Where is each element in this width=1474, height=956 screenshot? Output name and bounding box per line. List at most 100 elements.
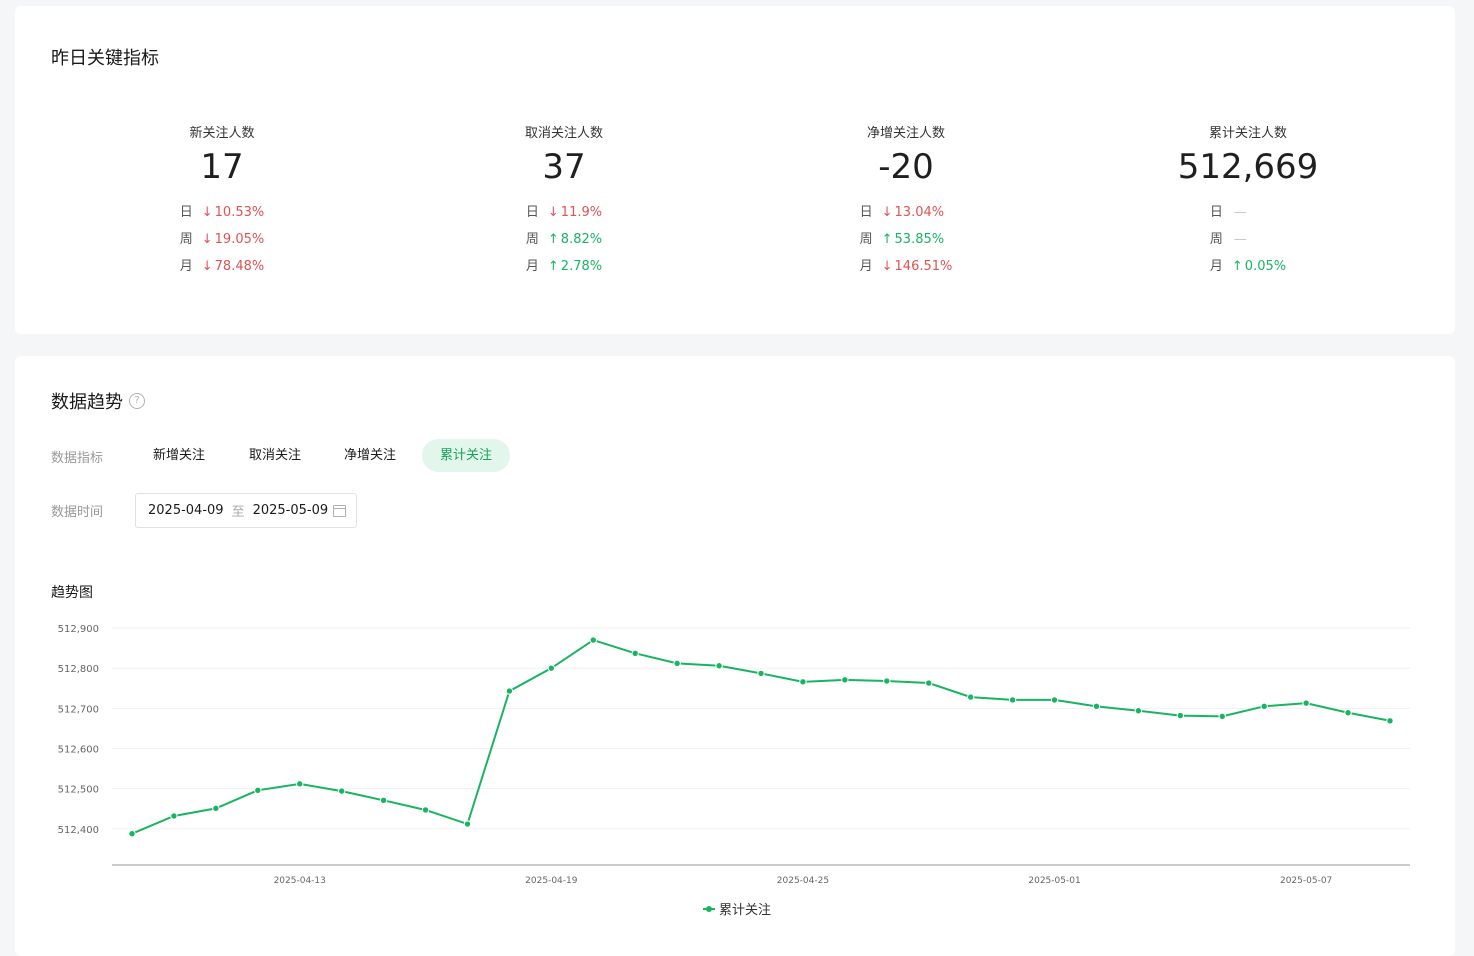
change-period: 周 (859, 232, 873, 247)
change-value: 11.9% (560, 205, 603, 220)
question-circle-icon[interactable]: ? (129, 393, 145, 409)
data-point (925, 679, 933, 687)
change-value: 13.04% (894, 205, 945, 220)
change-period: 周 (525, 232, 539, 247)
series-line (131, 638, 1391, 835)
data-point (1176, 711, 1185, 720)
data-point (1050, 696, 1059, 704)
change-row: 日 ↓ 10.53% (180, 203, 264, 230)
data-point (1092, 702, 1101, 711)
tab-cumulative-follow[interactable]: 累计关注 (422, 439, 511, 472)
change-value: — (1233, 232, 1247, 247)
change-row: 日 — (1210, 203, 1286, 230)
change-row: 周 ↑ 53.85% (860, 230, 953, 257)
y-tick-label: 512,900 (58, 624, 99, 635)
date-start[interactable]: 2025-04-09 (148, 503, 224, 518)
change-row: 日 ↓ 13.04% (860, 203, 953, 230)
change-period: 日 (1209, 205, 1223, 220)
change-period: 月 (859, 259, 873, 274)
key-metrics-card: 昨日关键指标 新关注人数 17 日 ↓ 10.53% 周 ↓ 19.05% 月 ↓ 78.48% 取消… (15, 6, 1455, 334)
data-point (715, 662, 723, 670)
arrow-down-icon: ↓ (201, 259, 213, 274)
data-point (799, 678, 807, 686)
metric-value: 37 (542, 147, 586, 187)
date-range-picker[interactable]: 2025-04-09 至 2025-05-09 (135, 493, 357, 528)
change-period: 月 (179, 259, 193, 274)
arrow-up-icon: ↑ (881, 232, 893, 247)
tab-new-follow[interactable]: 新增关注 (135, 439, 223, 472)
data-point (1386, 717, 1394, 725)
change-row: 周 ↓ 19.05% (180, 230, 264, 257)
metric-value: -20 (878, 147, 934, 187)
change-row: 周 — (1210, 230, 1286, 257)
calendar-icon[interactable] (333, 505, 346, 517)
change-period: 日 (179, 205, 193, 220)
change-value: 53.85% (894, 232, 945, 247)
y-tick-label: 512,700 (58, 704, 99, 715)
data-point (170, 812, 178, 820)
change-row: 月 ↓ 78.48% (180, 257, 264, 284)
arrow-down-icon: ↓ (881, 259, 893, 274)
data-point (883, 677, 891, 685)
change-value: — (1233, 205, 1247, 220)
x-tick-label: 2025-05-07 (1280, 876, 1332, 886)
change-row: 月 ↑ 0.05% (1210, 257, 1286, 284)
x-tick-label: 2025-04-19 (525, 876, 578, 886)
data-point (1134, 707, 1143, 715)
date-end[interactable]: 2025-05-09 (253, 503, 329, 518)
data-point (673, 659, 681, 668)
data-point (212, 804, 220, 813)
data-point (421, 806, 430, 814)
x-tick-label: 2025-05-01 (1028, 876, 1080, 886)
data-point (1344, 709, 1352, 717)
legend-marker (706, 906, 712, 912)
metric-value: 17 (200, 147, 244, 187)
tab-net-follow[interactable]: 净增关注 (326, 439, 414, 472)
x-tick-label: 2025-04-13 (274, 876, 326, 886)
trend-section-title-row: 数据趋势 ? (51, 388, 145, 414)
change-value: 78.48% (214, 259, 265, 274)
metric-changes: 日 ↓ 10.53% 周 ↓ 19.05% 月 ↓ 78.48% (180, 203, 264, 284)
change-row: 日 ↓ 11.9% (526, 203, 602, 230)
change-value: 0.05% (1244, 259, 1287, 274)
data-point (254, 786, 262, 794)
date-separator: 至 (231, 505, 245, 520)
metric-changes: 日 ↓ 13.04% 周 ↑ 53.85% 月 ↓ 146.51% (860, 203, 953, 284)
data-point (1302, 699, 1310, 707)
y-tick-label: 512,600 (58, 745, 99, 756)
change-value: 19.05% (214, 232, 265, 247)
data-point (631, 649, 639, 658)
arrow-down-icon: ↓ (201, 205, 213, 220)
change-row: 周 ↑ 8.82% (526, 230, 602, 257)
change-period: 周 (1209, 232, 1223, 247)
change-period: 周 (179, 232, 193, 247)
data-point (379, 796, 388, 805)
metric-column: 新关注人数 17 日 ↓ 10.53% 周 ↓ 19.05% 月 ↓ 78.48% (72, 122, 372, 284)
change-period: 日 (859, 205, 873, 220)
data-point (1260, 702, 1268, 711)
y-tick-label: 512,400 (58, 825, 99, 836)
trend-line-chart: 512,400 512,500 512,600 512,700 512,800 512,9… (58, 624, 1410, 918)
arrow-up-icon: ↑ (1231, 259, 1243, 274)
metric-label: 累计关注人数 (1208, 126, 1287, 141)
data-point (966, 693, 975, 701)
legend-label: 累计关注 (719, 903, 771, 918)
y-tick-label: 512,800 (58, 664, 99, 675)
metric-changes: 日 — 周 — 月 ↑ 0.05% (1210, 203, 1286, 284)
arrow-down-icon: ↓ (547, 205, 559, 220)
arrow-up-icon: ↑ (547, 259, 559, 274)
change-period: 月 (1209, 259, 1223, 274)
metric-label: 取消关注人数 (524, 126, 603, 141)
metric-value: 512,669 (1177, 147, 1319, 187)
data-point (463, 820, 472, 828)
tab-unfollow[interactable]: 取消关注 (231, 439, 319, 472)
data-point (505, 687, 514, 695)
metric-column: 取消关注人数 37 日 ↓ 11.9% 周 ↑ 8.82% 月 ↑ 2.78% (414, 122, 714, 284)
time-label: 数据时间 (51, 505, 104, 520)
metrics-section-title: 昨日关键指标 (51, 48, 159, 69)
metric-label: 净增关注人数 (866, 126, 945, 141)
arrow-up-icon: ↑ (547, 232, 559, 247)
x-tick-label: 2025-04-25 (777, 876, 829, 886)
change-value: 2.78% (560, 259, 603, 274)
change-row: 月 ↓ 146.51% (860, 257, 953, 284)
